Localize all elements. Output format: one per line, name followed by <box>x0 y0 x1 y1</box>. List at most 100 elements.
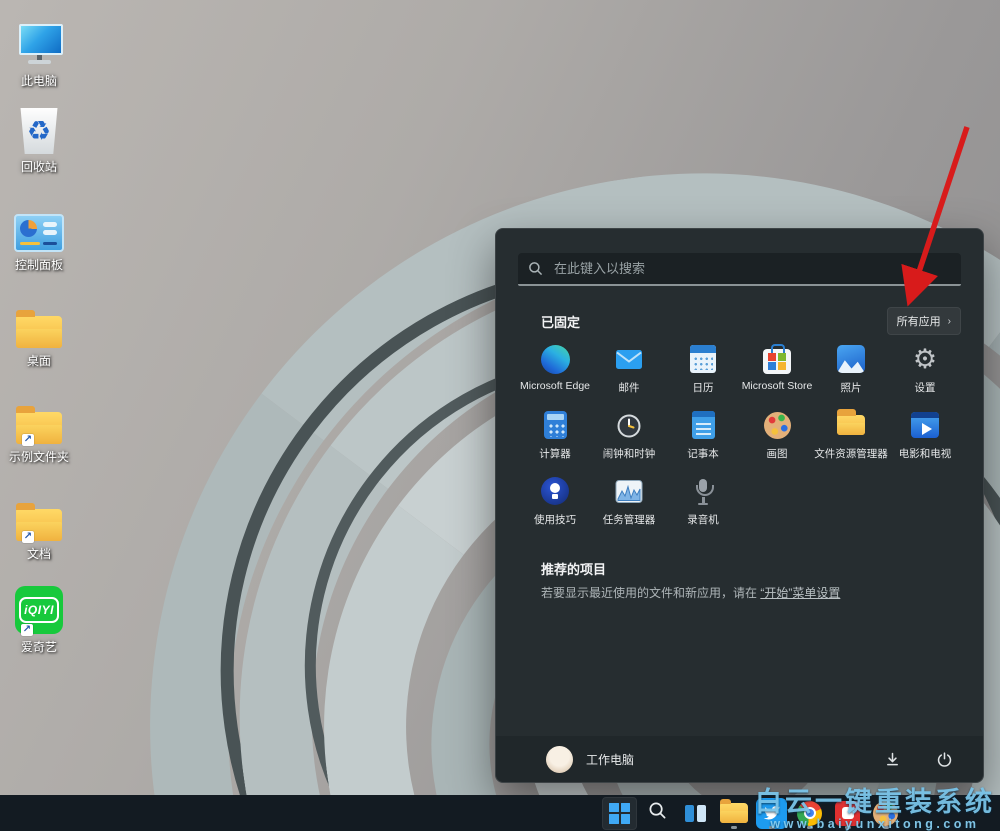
pinned-app-label: 画图 <box>767 446 788 461</box>
start-icon <box>609 803 630 824</box>
pinned-app-calendar[interactable]: 日历 <box>666 341 740 407</box>
pinned-app-calculator[interactable]: 计算器 <box>518 407 592 473</box>
movies-icon <box>911 407 939 443</box>
iqiyi-icon: iQIYI↗ <box>15 582 63 634</box>
task-view-button[interactable] <box>678 797 713 830</box>
pinned-app-paint[interactable]: 画图 <box>740 407 814 473</box>
paint-icon <box>873 801 898 826</box>
store-icon <box>763 341 791 377</box>
power-icon <box>936 751 953 768</box>
chrome-app[interactable] <box>792 797 827 830</box>
pinned-app-notepad[interactable]: 记事本 <box>666 407 740 473</box>
search-icon <box>528 261 543 276</box>
desktop-icon-folder-5[interactable]: ↗ 文档 <box>2 489 76 562</box>
folder-icon: ↗ <box>16 392 62 444</box>
explorer-icon <box>837 407 865 443</box>
pinned-apps-grid: Microsoft Edge 邮件 日历 Microsoft Store 照片 ⚙ 设置计算… <box>518 341 963 539</box>
clock-icon <box>615 407 643 443</box>
chevron-right-icon: › <box>948 316 951 327</box>
pinned-app-label: Microsoft Store <box>742 380 813 392</box>
pinned-app-label: 计算器 <box>539 446 571 461</box>
update-download-button[interactable] <box>877 744 907 774</box>
explorer-icon <box>720 803 748 823</box>
file-explorer-button[interactable] <box>716 797 751 830</box>
pinned-app-movies[interactable]: 电影和电视 <box>888 407 962 473</box>
mail-icon <box>615 341 643 377</box>
running-indicator <box>807 826 813 829</box>
pinned-app-edge[interactable]: Microsoft Edge <box>518 341 592 407</box>
chrome-icon <box>797 801 822 826</box>
pinned-app-photos[interactable]: 照片 <box>814 341 888 407</box>
search-icon <box>648 801 667 825</box>
running-indicator <box>769 826 775 829</box>
desktop-icon-control-panel[interactable]: 控制面板 <box>2 200 76 273</box>
pinned-section-title: 已固定 <box>541 312 580 331</box>
tips-icon <box>541 473 569 509</box>
taskbar-items <box>602 795 903 831</box>
search-button[interactable] <box>640 797 675 830</box>
desktop-icon-label: 此电脑 <box>21 72 57 89</box>
pinned-app-recorder[interactable]: 录音机 <box>666 473 740 539</box>
taskview-icon <box>685 805 706 822</box>
all-apps-button[interactable]: 所有应用 › <box>887 307 961 335</box>
pinned-app-label: 照片 <box>841 380 862 395</box>
start-search-box[interactable] <box>518 253 961 286</box>
desktop-icon-label: 回收站 <box>21 158 57 175</box>
start-button[interactable] <box>602 797 637 830</box>
pinned-app-clock[interactable]: 闹钟和时钟 <box>592 407 666 473</box>
photos-icon <box>837 341 865 377</box>
pinned-app-tips[interactable]: 使用技巧 <box>518 473 592 539</box>
pinned-app-label: 记事本 <box>687 446 719 461</box>
desktop-icon-label: 文档 <box>27 545 51 562</box>
shortcut-arrow-icon: ↗ <box>21 624 33 636</box>
start-menu-panel: 已固定 所有应用 › Microsoft Edge 邮件 日历 Microsoft S… <box>495 228 984 783</box>
pinned-app-label: 闹钟和时钟 <box>603 446 656 461</box>
desktop-icon-folder-3[interactable]: 桌面 <box>2 296 76 369</box>
notepad-icon <box>692 407 715 443</box>
download-icon <box>884 751 901 768</box>
recorder-icon <box>689 473 717 509</box>
power-button[interactable] <box>929 744 959 774</box>
desktop-icon-recycle-bin[interactable]: ♻回收站 <box>2 102 76 175</box>
shortcut-arrow-icon: ↗ <box>22 531 34 543</box>
redapp-icon <box>835 801 860 826</box>
pinned-app-label: 邮件 <box>619 380 640 395</box>
pinned-app-label: 录音机 <box>687 512 719 527</box>
desktop-icon-label: 爱奇艺 <box>21 638 57 655</box>
paint-app[interactable] <box>868 797 903 830</box>
pinned-app-explorer[interactable]: 文件资源管理器 <box>814 407 888 473</box>
search-input[interactable] <box>552 260 951 277</box>
start-user-bar: 工作电脑 <box>496 736 983 782</box>
pinned-app-label: 文件资源管理器 <box>814 446 888 461</box>
pinned-app-mail[interactable]: 邮件 <box>592 341 666 407</box>
pinned-app-label: 任务管理器 <box>603 512 656 527</box>
desktop-icon-iqiyi[interactable]: iQIYI↗ 爱奇艺 <box>2 582 76 655</box>
desktop-icon-folder-4[interactable]: ↗ 示例文件夹 <box>2 392 76 465</box>
user-name[interactable]: 工作电脑 <box>586 751 634 768</box>
calendar-icon <box>690 341 716 377</box>
desktop-icon-label: 桌面 <box>27 352 51 369</box>
this-pc-icon <box>16 16 62 68</box>
twitter-app[interactable] <box>754 797 789 830</box>
recommended-section-title: 推荐的项目 <box>541 559 606 578</box>
desktop-icon-label: 示例文件夹 <box>9 448 69 465</box>
settings-icon: ⚙ <box>913 341 937 377</box>
red-app[interactable] <box>830 797 865 830</box>
user-avatar[interactable] <box>546 746 573 773</box>
edge-icon <box>541 341 570 377</box>
pinned-app-label: 设置 <box>915 380 936 395</box>
desktop-icon-this-pc[interactable]: 此电脑 <box>2 16 76 89</box>
pinned-app-label: 电影和电视 <box>899 446 952 461</box>
shortcut-arrow-icon: ↗ <box>22 434 34 446</box>
pinned-app-taskmgr[interactable]: 任务管理器 <box>592 473 666 539</box>
all-apps-label: 所有应用 <box>897 313 941 329</box>
pinned-app-store[interactable]: Microsoft Store <box>740 341 814 407</box>
pinned-app-settings[interactable]: ⚙ 设置 <box>888 341 962 407</box>
pinned-app-label: 日历 <box>693 380 714 395</box>
start-settings-link[interactable]: “开始”菜单设置 <box>760 586 840 600</box>
paint-icon <box>764 407 791 443</box>
desktop-icon-label: 控制面板 <box>15 256 63 273</box>
running-indicator <box>731 826 737 829</box>
running-indicator <box>883 826 889 829</box>
taskbar <box>0 795 1000 831</box>
